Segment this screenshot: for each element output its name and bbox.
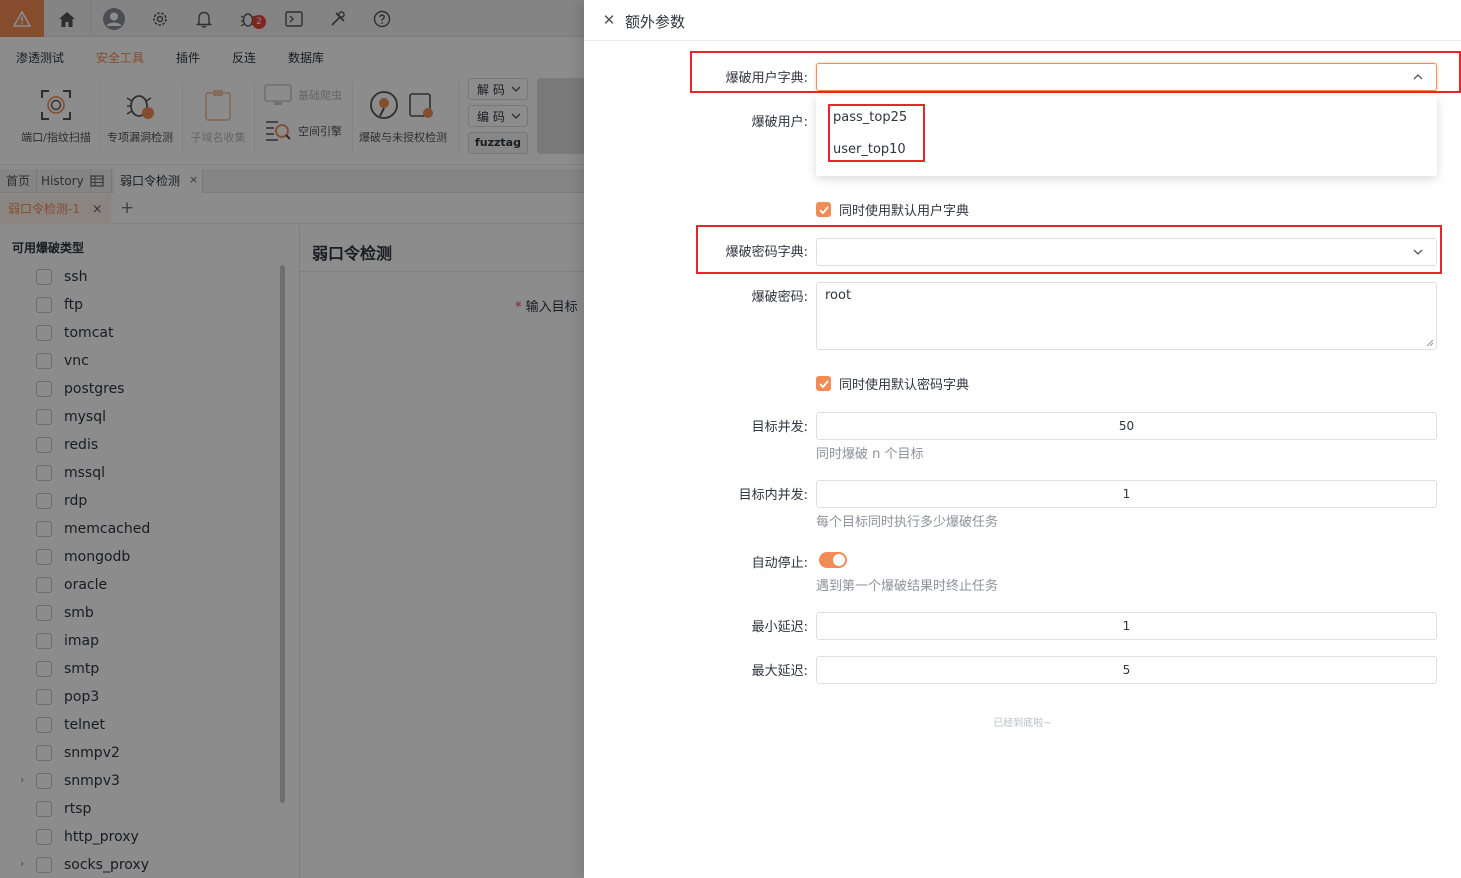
checkbox-checked-icon (816, 376, 831, 391)
target-concurrency-hint: 同时爆破 n 个目标 (816, 447, 924, 462)
checkbox-label: 同时使用默认用户字典 (839, 204, 970, 219)
end-of-list-note: 已经到底啦~ (993, 718, 1052, 729)
resize-handle-icon (1426, 339, 1434, 347)
checkbox-label: 同时使用默认密码字典 (839, 378, 970, 393)
input-value: 50 (1118, 419, 1135, 433)
use-default-user-dict-checkbox[interactable]: 同时使用默认用户字典 (816, 200, 969, 219)
input-value: 5 (1122, 663, 1131, 677)
target-concurrency-input[interactable]: 50 (816, 412, 1437, 440)
checkbox-checked-icon (816, 202, 831, 217)
target-concurrency-label: 目标并发: (751, 420, 808, 435)
highlight-box-dropdown-options (828, 104, 925, 162)
inner-concurrency-input[interactable]: 1 (816, 480, 1437, 508)
password-textarea[interactable]: root (816, 282, 1437, 350)
password-label: 爆破密码: (751, 290, 808, 305)
input-value: 1 (1122, 487, 1131, 501)
drawer-title: 额外参数 (625, 13, 686, 31)
highlight-box-pass-dict (696, 225, 1442, 274)
extra-params-drawer: ✕ 额外参数 爆破用户字典: 爆破用户: pass_top25 user_top… (584, 0, 1461, 878)
drawer-header: ✕ 额外参数 (584, 0, 1461, 41)
max-delay-input[interactable]: 5 (816, 656, 1437, 684)
min-delay-label: 最小延迟: (751, 620, 808, 635)
input-value: 1 (1122, 619, 1131, 633)
auto-stop-hint: 遇到第一个爆破结果时终止任务 (816, 579, 999, 594)
auto-stop-toggle[interactable] (819, 552, 847, 568)
password-value: root (825, 288, 852, 303)
min-delay-input[interactable]: 1 (816, 612, 1437, 640)
close-icon[interactable]: ✕ (601, 12, 617, 28)
inner-concurrency-hint: 每个目标同时执行多少爆破任务 (816, 515, 999, 530)
max-delay-label: 最大延迟: (751, 664, 808, 679)
use-default-pass-dict-checkbox[interactable]: 同时使用默认密码字典 (816, 374, 969, 393)
auto-stop-label: 自动停止: (751, 556, 808, 571)
highlight-box-user-dict (690, 51, 1461, 93)
user-label: 爆破用户: (751, 115, 808, 130)
inner-concurrency-label: 目标内并发: (738, 488, 808, 503)
modal-mask[interactable] (0, 0, 584, 878)
app-root: 2 渗透测试 安全工具 插件 反连 数据库 端口/指纹扫描 专项漏洞检测 子域名… (0, 0, 1461, 878)
